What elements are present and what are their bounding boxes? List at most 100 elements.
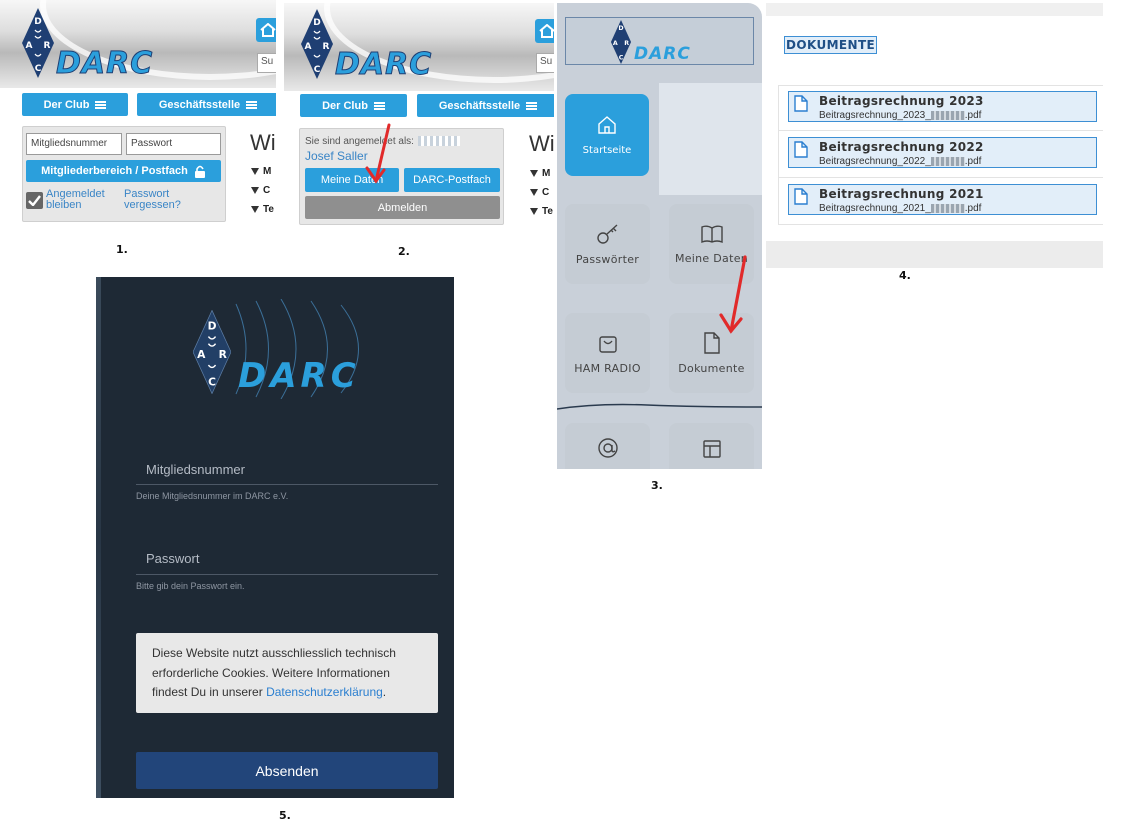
panel-2-logged-in: D A R C DARC Su Der Club Geschäftsstelle… <box>284 3 554 239</box>
tile-email-partial[interactable] <box>565 423 650 469</box>
home-icon <box>598 115 616 134</box>
darc-diamond-logo: D A R C <box>193 310 231 394</box>
left-edge-strip <box>96 277 101 798</box>
member-number-input[interactable]: Mitgliedsnummer <box>26 133 122 155</box>
tile-dokumente-label: Dokumente <box>678 361 745 375</box>
logout-button[interactable]: Abmelden <box>305 196 500 219</box>
redacted-callsign <box>930 156 965 166</box>
darc-mailbox-button[interactable]: DARC-Postfach <box>404 168 500 192</box>
darc-wordmark: DARC <box>238 356 360 396</box>
home-button[interactable] <box>535 19 554 43</box>
triangle-down-icon <box>530 170 538 177</box>
checkmark-icon <box>28 195 41 206</box>
document-filename: Beitragsrechnung_2023_ .pdf <box>819 110 981 121</box>
menu-item-partial-1-label: M <box>542 168 551 179</box>
home-icon <box>539 24 554 38</box>
triangle-down-icon <box>251 187 259 194</box>
nav-geschaeftsstelle-button[interactable]: Geschäftsstelle <box>417 94 554 117</box>
menu-item-partial-2[interactable]: C <box>251 185 270 196</box>
submit-button-label: Absenden <box>255 762 319 779</box>
menu-item-partial-2-label: C <box>263 185 271 196</box>
svg-text:A: A <box>613 40 618 47</box>
step-label-4: 4. <box>899 269 911 282</box>
filename-ext: .pdf <box>964 110 982 121</box>
svg-text:C: C <box>35 64 42 74</box>
menu-item-partial-1-label: M <box>263 166 272 177</box>
menu-item-partial-3[interactable]: Te <box>251 204 274 215</box>
lock-icon <box>194 165 205 178</box>
document-item[interactable]: Beitragsrechnung 2022 Beitragsrechnung_2… <box>788 137 1097 168</box>
menu-item-partial-3-label: Te <box>542 206 553 217</box>
tile-passwoerter-label: Passwörter <box>575 252 640 266</box>
svg-text:C: C <box>314 65 321 75</box>
nav-der-club-label: Der Club <box>43 98 90 111</box>
home-tile[interactable]: Startseite <box>565 94 649 176</box>
top-band <box>766 3 1103 16</box>
nav-geschaeftsstelle-label: Geschäftsstelle <box>438 99 521 112</box>
search-input[interactable]: Su <box>257 53 276 73</box>
at-sign-icon <box>597 438 618 458</box>
step-label-1: 1. <box>116 243 128 256</box>
stay-logged-in-checkbox[interactable] <box>26 192 43 209</box>
nav-der-club-button[interactable]: Der Club <box>300 94 407 117</box>
document-title: Beitragsrechnung 2021 <box>819 187 984 201</box>
user-name-link[interactable]: Josef Saller <box>305 149 368 163</box>
member-area-login-button[interactable]: Mitgliederbereich / Postfach <box>26 160 221 182</box>
privacy-policy-link[interactable]: Datenschutzerklärung <box>266 685 383 699</box>
nav-geschaeftsstelle-button[interactable]: Geschäftsstelle <box>137 93 276 116</box>
redacted-callsign <box>930 203 965 213</box>
home-button[interactable] <box>256 18 276 42</box>
forgot-password-link[interactable]: Passwort vergessen? <box>124 189 181 211</box>
darc-wordmark: DARC <box>55 46 154 82</box>
darc-diamond-logo: D A R C <box>610 20 632 64</box>
document-item[interactable]: Beitragsrechnung 2023 Beitragsrechnung_2… <box>788 91 1097 122</box>
password-input[interactable]: Passwort <box>126 133 221 155</box>
forgot-password-line2: vergessen? <box>124 199 181 211</box>
password-hint: Bitte gib dein Passwort ein. <box>136 581 245 591</box>
document-icon <box>794 95 808 112</box>
svg-text:A: A <box>26 41 33 51</box>
tear-line <box>557 403 762 410</box>
menu-item-partial-2[interactable]: C <box>530 187 549 198</box>
password-input[interactable]: Passwort <box>146 551 199 566</box>
menu-item-partial-1[interactable]: M <box>251 166 271 177</box>
menu-item-partial-3-label: Te <box>263 204 274 215</box>
tile-layout-partial[interactable] <box>669 423 754 469</box>
filename-ext: .pdf <box>964 156 982 167</box>
menu-item-partial-3[interactable]: Te <box>530 206 553 217</box>
book-icon <box>700 225 723 243</box>
tile-ham-radio[interactable]: HAM RADIO <box>565 313 650 393</box>
triangle-down-icon <box>251 206 259 213</box>
submit-button[interactable]: Absenden <box>136 752 438 789</box>
svg-text:A: A <box>305 42 312 52</box>
document-item[interactable]: Beitragsrechnung 2021 Beitragsrechnung_2… <box>788 184 1097 215</box>
step-label-3: 3. <box>651 479 663 492</box>
document-icon <box>794 188 808 205</box>
menu-icon <box>95 100 107 109</box>
page-heading-partial: Wi <box>250 130 276 155</box>
tile-passwoerter[interactable]: Passwörter <box>565 204 650 284</box>
document-title: Beitragsrechnung 2022 <box>819 140 984 154</box>
svg-text:A: A <box>197 348 206 361</box>
red-arrow-annotation <box>719 255 747 334</box>
menu-icon <box>373 101 385 110</box>
filename-prefix: Beitragsrechnung_2022_ <box>819 156 931 167</box>
menu-icon <box>246 100 258 109</box>
key-icon <box>596 223 617 244</box>
member-number-input[interactable]: Mitgliedsnummer <box>146 462 245 477</box>
search-input[interactable]: Su <box>536 53 554 73</box>
nav-der-club-button[interactable]: Der Club <box>22 93 128 116</box>
header-logo-box: D A R C DARC <box>565 17 754 65</box>
stay-logged-in-label[interactable]: Angemeldet bleiben <box>46 189 105 211</box>
red-arrow-annotation <box>365 123 391 184</box>
nav-geschaeftsstelle-label: Geschäftsstelle <box>158 98 241 111</box>
panel-1-login: D A R C DARC Su Der Club Geschäftsstelle… <box>0 0 276 237</box>
stay-logged-in-line2: bleiben <box>46 199 82 211</box>
step-label-5: 5. <box>279 809 291 822</box>
filename-prefix: Beitragsrechnung_2023_ <box>819 110 931 121</box>
page-heading-partial: Wi <box>529 131 554 156</box>
svg-text:D: D <box>208 319 217 332</box>
redacted-callsign <box>417 136 460 146</box>
triangle-down-icon <box>530 208 538 215</box>
menu-item-partial-1[interactable]: M <box>530 168 550 179</box>
